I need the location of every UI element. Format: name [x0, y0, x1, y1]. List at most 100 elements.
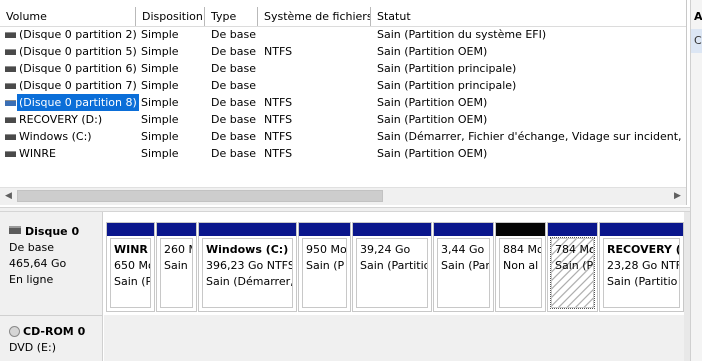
table-row[interactable]: (Disque 0 partition 5) Simple De base NT… [0, 43, 686, 60]
unallocated-block[interactable]: 884 Mo Non al [495, 222, 546, 312]
row-volume: (Disque 0 partition 7) [19, 79, 137, 92]
row-status: Sain (Partition du système EFI) [377, 28, 547, 41]
disk-graphical-view: Disque 0 De base 465,64 Go En ligne WINR… [0, 212, 690, 361]
row-disposition: Simple [141, 28, 179, 41]
partition-status: Sain (P [555, 259, 594, 272]
table-row[interactable]: (Disque 0 partition 6) Simple De base Sa… [0, 60, 686, 77]
row-type: De base [211, 45, 256, 58]
row-volume: (Disque 0 partition 2) [19, 28, 137, 41]
scroll-left-icon[interactable]: ◀ [0, 188, 17, 205]
partition-size: 3,44 Go [441, 243, 485, 256]
volume-icon [5, 117, 16, 123]
row-volume: WINRE [19, 147, 56, 160]
partition-block-selected[interactable]: 784 Mo Sain (P [547, 222, 598, 312]
row-volume: (Disque 0 partition 8) [16, 93, 140, 112]
disk-size: 465,64 Go [9, 257, 67, 270]
row-disposition: Simple [141, 79, 179, 92]
disk-title: Disque 0 [25, 225, 80, 238]
partition-block[interactable]: WINR 650 Mo Sain (P [106, 222, 155, 312]
row-filesystem: NTFS [264, 130, 293, 143]
row-type: De base [211, 96, 256, 109]
partition-bar [157, 223, 196, 236]
actions-pane-item[interactable]: C [691, 29, 702, 53]
row-status: Sain (Démarrer, Fichier d'échange, Vidag… [377, 130, 686, 143]
cdrom-title: CD-ROM 0 [23, 325, 86, 338]
table-row-selected[interactable]: (Disque 0 partition 8) Simple De base NT… [0, 93, 686, 112]
volume-icon [5, 151, 16, 157]
partition-size: 260 M [164, 243, 192, 256]
partition-bar [299, 223, 350, 236]
volume-icon [5, 32, 16, 38]
actions-pane: A C [690, 0, 702, 361]
row-type: De base [211, 28, 256, 41]
row-volume: RECOVERY (D:) [19, 113, 103, 126]
partition-size: 39,24 Go [360, 243, 411, 256]
row-type: De base [211, 79, 256, 92]
disk-0-partition-map: WINR 650 Mo Sain (P 260 M Sain ( Windows… [104, 222, 684, 312]
partition-block[interactable]: 950 Mo Sain (P [298, 222, 351, 312]
volume-icon [5, 66, 16, 72]
row-filesystem: NTFS [264, 113, 293, 126]
partition-body: 3,44 Go Sain (Par [437, 238, 490, 308]
scroll-right-icon[interactable]: ▶ [669, 188, 686, 205]
row-status: Sain (Partition OEM) [377, 147, 488, 160]
table-row[interactable]: (Disque 0 partition 7) Simple De base Sa… [0, 77, 686, 94]
partition-bar [107, 223, 154, 236]
row-disposition: Simple [141, 113, 179, 126]
column-header: Volume Disposition Type Système de fichi… [0, 7, 686, 27]
partition-bar [600, 223, 683, 236]
table-row[interactable]: WINRE Simple De base NTFS Sain (Partitio… [0, 145, 686, 162]
column-type[interactable]: Type [205, 7, 258, 26]
volume-icon [5, 100, 16, 106]
column-disposition[interactable]: Disposition [136, 7, 205, 26]
row-status: Sain (Partition OEM) [377, 96, 488, 109]
partition-name: RECOVERY ( [607, 243, 680, 256]
disk-0-info[interactable]: Disque 0 De base 465,64 Go En ligne [0, 212, 103, 315]
row-volume: (Disque 0 partition 5) [19, 45, 137, 58]
partition-body: RECOVERY ( 23,28 Go NTF Sain (Partitio [603, 238, 680, 308]
volume-list-pane: Volume Disposition Type Système de fichi… [0, 0, 687, 205]
row-status: Sain (Partition principale) [377, 62, 517, 75]
row-disposition: Simple [141, 62, 179, 75]
column-filesystem[interactable]: Système de fichiers [258, 7, 371, 26]
table-row[interactable]: RECOVERY (D:) Simple De base NTFS Sain (… [0, 111, 686, 128]
vertical-scrollbar[interactable] [684, 212, 690, 361]
partition-body: 884 Mo Non al [499, 238, 542, 308]
table-row[interactable]: Windows (C:) Simple De base NTFS Sain (D… [0, 128, 686, 145]
row-status: Sain (Partition OEM) [377, 113, 488, 126]
actions-pane-header: A [694, 10, 702, 23]
partition-status: Sain ( [164, 259, 193, 272]
row-filesystem: NTFS [264, 96, 293, 109]
partition-status: Sain (P [114, 275, 151, 288]
partition-block[interactable]: 260 M Sain ( [156, 222, 197, 312]
partition-body: 950 Mo Sain (P [302, 238, 347, 308]
partition-block[interactable]: 39,24 Go Sain (Partitio [352, 222, 432, 312]
table-row[interactable]: (Disque 0 partition 2) Simple De base Sa… [0, 26, 686, 43]
row-type: De base [211, 147, 256, 160]
cdrom-drive: DVD (E:) [9, 341, 57, 354]
row-volume: (Disque 0 partition 6) [19, 62, 137, 75]
column-volume[interactable]: Volume [0, 7, 136, 26]
partition-name: WINR [114, 243, 148, 256]
cdrom-0-map [104, 315, 690, 361]
column-status[interactable]: Statut [371, 7, 686, 26]
volume-icon [5, 83, 16, 89]
partition-status: Sain (P [306, 259, 345, 272]
cdrom-0-info[interactable]: CD-ROM 0 DVD (E:) [0, 315, 103, 361]
partition-block[interactable]: 3,44 Go Sain (Par [433, 222, 494, 312]
partition-body: 784 Mo Sain (P [550, 237, 595, 309]
volume-icon [5, 134, 16, 140]
partition-bar [434, 223, 493, 236]
partition-status: Sain (Partitio [607, 275, 678, 288]
row-disposition: Simple [141, 130, 179, 143]
partition-block[interactable]: RECOVERY ( 23,28 Go NTF Sain (Partitio [599, 222, 684, 312]
partition-block[interactable]: Windows (C:) 396,23 Go NTFS Sain (Démarr… [198, 222, 297, 312]
partition-bar [548, 223, 597, 236]
partition-size: 650 Mo [114, 259, 151, 272]
row-type: De base [211, 130, 256, 143]
row-filesystem: NTFS [264, 147, 293, 160]
disk-type: De base [9, 241, 54, 254]
row-disposition: Simple [141, 147, 179, 160]
horizontal-scrollbar[interactable]: ◀ ▶ [0, 187, 686, 205]
scrollbar-thumb[interactable] [17, 190, 383, 202]
